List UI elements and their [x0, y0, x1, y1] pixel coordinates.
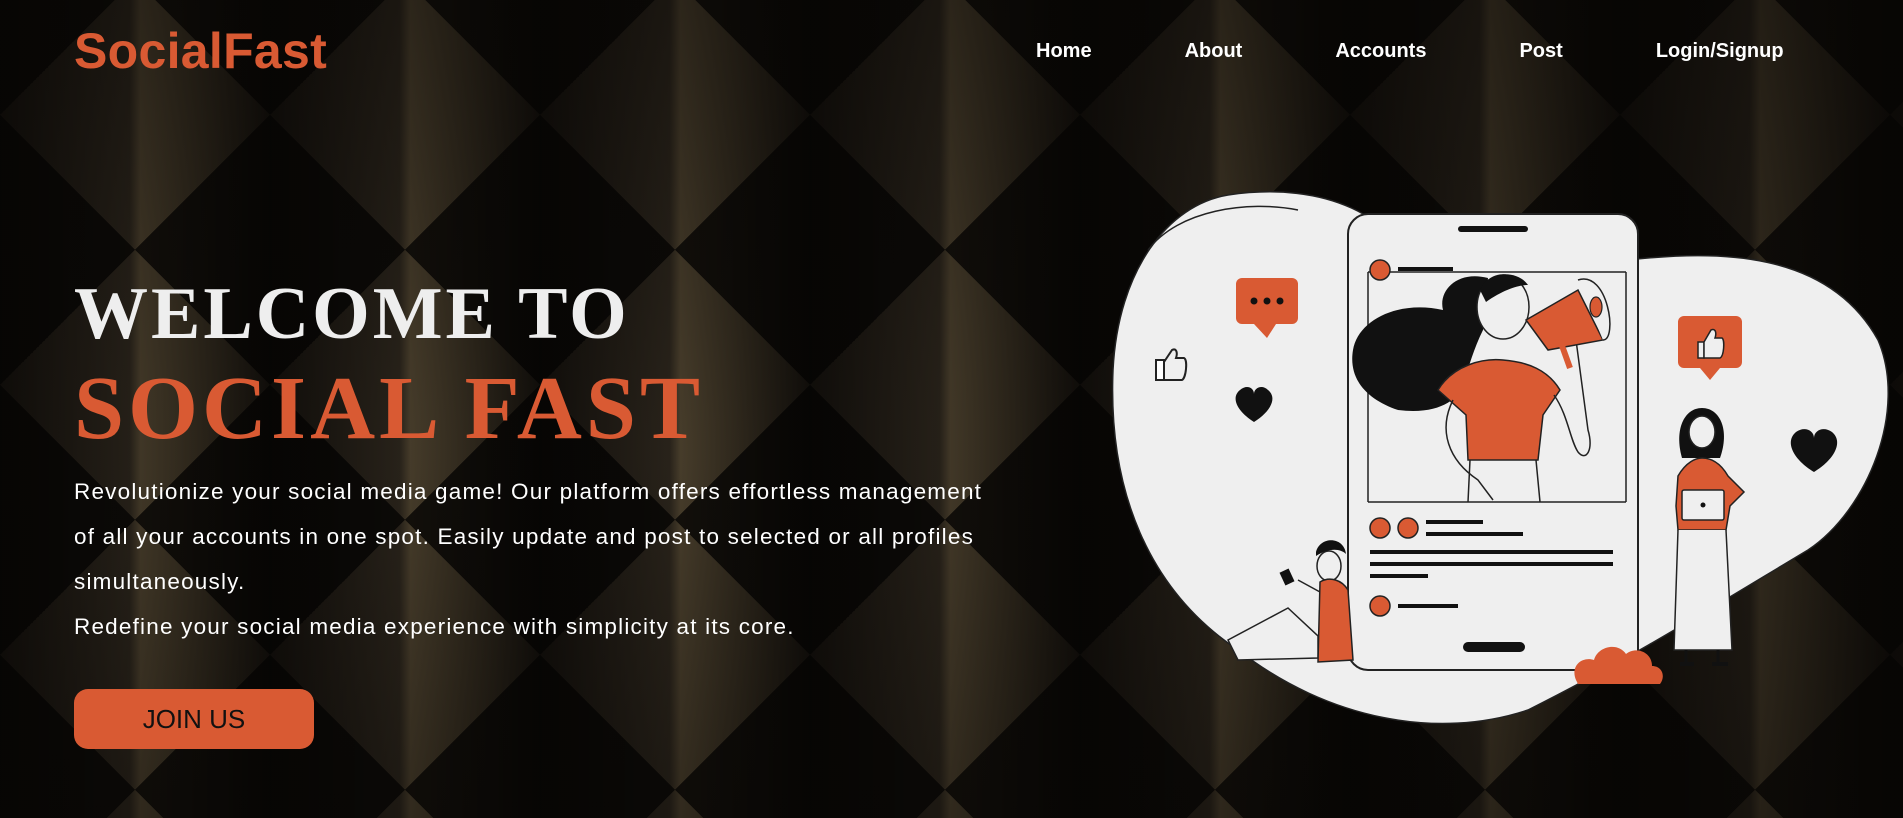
hero-section: WELCOME TO SOCIAL FAST Revolutionize you…: [74, 272, 1114, 649]
navbar: SocialFast Home About Accounts Post Logi…: [0, 0, 1903, 104]
nav-link-home[interactable]: Home: [1036, 40, 1092, 63]
site-logo[interactable]: SocialFast: [74, 22, 327, 80]
nav-links: Home About Accounts Post Login/Signup: [1036, 40, 1784, 63]
nav-link-accounts[interactable]: Accounts: [1335, 40, 1426, 63]
nav-link-login-signup[interactable]: Login/Signup: [1656, 40, 1784, 63]
hero-description: Revolutionize your social media game! Ou…: [74, 469, 1114, 649]
nav-link-about[interactable]: About: [1185, 40, 1243, 63]
join-us-button[interactable]: JOIN US: [74, 689, 314, 749]
welcome-heading: WELCOME TO: [74, 273, 630, 355]
description-line: Redefine your social media experience wi…: [74, 614, 795, 639]
description-line: of all your accounts in one spot. Easily…: [74, 524, 975, 549]
nav-link-post[interactable]: Post: [1519, 40, 1562, 63]
brand-heading: SOCIAL FAST: [74, 359, 705, 458]
description-line: simultaneously.: [74, 569, 246, 594]
social-media-illustration: [1111, 191, 1889, 725]
description-line: Revolutionize your social media game! Ou…: [74, 479, 983, 504]
